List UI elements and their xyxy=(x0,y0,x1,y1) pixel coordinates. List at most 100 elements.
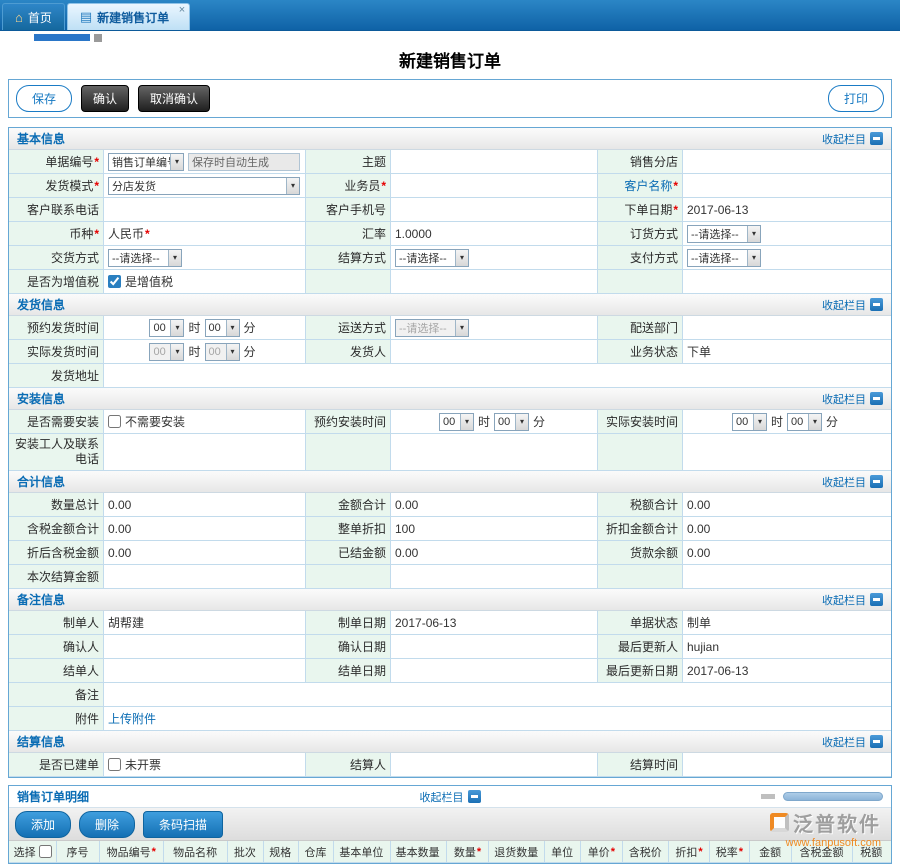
col-unit-label: 单位 xyxy=(551,844,573,860)
customer-name-link[interactable]: 客户名称 xyxy=(624,177,672,194)
field-reserve-install-time: 00 ▾ 时 00 ▾ 分 xyxy=(391,410,598,434)
label-note: 备注 xyxy=(9,683,104,707)
col-price: 单价* xyxy=(581,841,623,863)
tab-home-label: 首页 xyxy=(28,9,52,26)
delivery-way-select[interactable]: --请选择-- ▾ xyxy=(108,249,182,267)
field-tax-incl-total: 0.00 xyxy=(104,517,306,541)
field-biz-status: 下单 xyxy=(683,340,891,364)
field-after-discount: 0.00 xyxy=(104,541,306,565)
settle-way-select[interactable]: --请选择-- ▾ xyxy=(395,249,469,267)
collapse-icon xyxy=(870,475,883,488)
label-last-updater: 最后更新人 xyxy=(598,635,683,659)
field-shipper[interactable] xyxy=(391,340,598,364)
collapse-install[interactable]: 收起栏目 xyxy=(822,391,883,407)
field-confirmer xyxy=(104,635,306,659)
field-salesman[interactable] xyxy=(391,174,598,198)
reserve-ship-hour-select[interactable]: 00 ▾ xyxy=(149,319,184,337)
vat-checkbox[interactable] xyxy=(108,275,121,288)
col-price-with-tax: 含税价 xyxy=(623,841,669,863)
field-actual-ship-time: 00 ▾ 时 00 ▾ 分 xyxy=(104,340,306,364)
not-invoiced-checkbox[interactable] xyxy=(108,758,121,771)
watermark-brand: 泛普软件 xyxy=(793,808,881,837)
field-last-updater: hujian xyxy=(683,635,891,659)
actual-install-hour-select[interactable]: 00 ▾ xyxy=(732,413,767,431)
tab-home[interactable]: ⌂ 首页 xyxy=(2,3,65,30)
col-discount-label: 折扣 xyxy=(675,844,697,860)
minute-unit: 分 xyxy=(244,343,256,360)
transport-select[interactable]: --请选择-- ▾ xyxy=(395,319,469,337)
field-rate[interactable]: 1.0000 xyxy=(391,222,598,246)
tab-new-sales-order[interactable]: ▤ 新建销售订单 × xyxy=(67,3,190,30)
hour-unit: 时 xyxy=(188,343,200,360)
delete-row-button[interactable]: 删除 xyxy=(79,811,135,838)
label-confirmer: 确认人 xyxy=(9,635,104,659)
select-all-checkbox[interactable] xyxy=(39,845,52,858)
field-install-worker[interactable] xyxy=(104,434,306,471)
field-empty xyxy=(683,434,891,471)
field-ship-mode: 分店发货 ▾ xyxy=(104,174,306,198)
not-invoiced-checkbox-label: 未开票 xyxy=(125,756,161,773)
print-button[interactable]: 打印 xyxy=(828,85,884,112)
sub-strip xyxy=(0,31,900,44)
ship-mode-select[interactable]: 分店发货 ▾ xyxy=(108,177,300,195)
field-order-date[interactable]: 2017-06-13 xyxy=(683,198,891,222)
field-billed: 未开票 xyxy=(104,753,306,777)
confirm-button[interactable]: 确认 xyxy=(81,85,129,112)
field-cust-mobile[interactable] xyxy=(391,198,598,222)
collapse-basic[interactable]: 收起栏目 xyxy=(822,131,883,147)
upload-attachment-link[interactable]: 上传附件 xyxy=(108,710,156,727)
horizontal-scrollbar-thumb[interactable] xyxy=(783,792,883,801)
label-settle-way: 结算方式 xyxy=(306,246,391,270)
order-way-select[interactable]: --请选择-- ▾ xyxy=(687,225,761,243)
dropdown-arrow-icon: ▾ xyxy=(170,154,183,170)
field-order-discount[interactable]: 100 xyxy=(391,517,598,541)
dropdown-arrow-icon: ▾ xyxy=(515,414,528,430)
reserve-install-minute-select[interactable]: 00 ▾ xyxy=(494,413,529,431)
col-base-qty: 基本数量 xyxy=(391,841,447,863)
install-grid: 是否需要安装 不需要安装 预约安装时间 00 ▾ 时 00 ▾ 分 实际安装时间… xyxy=(9,410,891,471)
col-qty: 数量* xyxy=(447,841,489,863)
field-subject[interactable] xyxy=(391,150,598,174)
dropdown-arrow-icon: ▾ xyxy=(460,414,473,430)
close-tab-icon[interactable]: × xyxy=(179,4,185,16)
barcode-scan-button[interactable]: 条码扫描 xyxy=(143,811,223,838)
no-install-checkbox[interactable] xyxy=(108,415,121,428)
field-customer[interactable] xyxy=(683,174,891,198)
gray-square-decoration xyxy=(94,34,102,42)
save-button[interactable]: 保存 xyxy=(16,85,72,112)
field-settled: 0.00 xyxy=(391,541,598,565)
collapse-totals[interactable]: 收起栏目 xyxy=(822,474,883,490)
label-settler: 结算人 xyxy=(306,753,391,777)
collapse-settlement[interactable]: 收起栏目 xyxy=(822,734,883,750)
field-currency[interactable]: 人民币* xyxy=(104,222,306,246)
reserve-ship-minute-select[interactable]: 00 ▾ xyxy=(205,319,240,337)
actual-ship-hour-value: 00 xyxy=(150,346,170,358)
field-dept[interactable] xyxy=(683,316,891,340)
field-transport: --请选择-- ▾ xyxy=(391,316,598,340)
pay-way-select[interactable]: --请选择-- ▾ xyxy=(687,249,761,267)
cancel-confirm-button[interactable]: 取消确认 xyxy=(138,85,210,112)
field-this-settle[interactable] xyxy=(104,565,306,589)
add-row-button[interactable]: 添加 xyxy=(15,811,71,838)
field-note[interactable] xyxy=(104,683,891,707)
reserve-install-hour-select[interactable]: 00 ▾ xyxy=(439,413,474,431)
hour-unit: 时 xyxy=(771,413,783,430)
label-order-way: 订货方式 xyxy=(598,222,683,246)
label-tax-incl-total: 含税金额合计 xyxy=(9,517,104,541)
label-empty xyxy=(306,565,391,589)
vat-checkbox-label: 是增值税 xyxy=(125,273,173,290)
field-empty xyxy=(683,270,891,294)
actual-install-minute-select[interactable]: 00 ▾ xyxy=(787,413,822,431)
detail-table-header: 选择 序号 物品编号* 物品名称 批次 规格 仓库 基本单位 基本数量 数量* xyxy=(9,841,891,863)
col-tax-label: 税额 xyxy=(860,844,882,860)
field-close-date xyxy=(391,659,598,683)
field-cust-tel[interactable] xyxy=(104,198,306,222)
field-branch[interactable] xyxy=(683,150,891,174)
doc-no-rule-select[interactable]: 销售订单编号 ▾ xyxy=(108,153,184,171)
collapse-shipping[interactable]: 收起栏目 xyxy=(822,297,883,313)
field-ship-address[interactable] xyxy=(104,364,891,388)
label-confirm-date: 确认日期 xyxy=(306,635,391,659)
required-mark: * xyxy=(145,227,150,241)
collapse-detail[interactable]: 收起栏目 xyxy=(420,789,481,805)
collapse-remarks[interactable]: 收起栏目 xyxy=(822,592,883,608)
